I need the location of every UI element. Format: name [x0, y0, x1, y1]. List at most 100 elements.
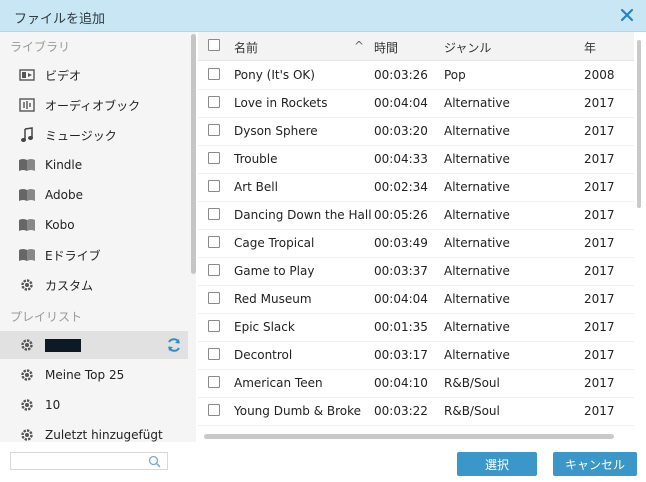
cell-name: American Teen: [234, 376, 323, 390]
table-row[interactable]: Dyson Sphere 00:03:20 Alternative 2017: [198, 117, 634, 146]
cell-time: 00:04:10: [374, 376, 428, 390]
table-row[interactable]: Cage Tropical 00:03:49 Alternative 2017: [198, 229, 634, 258]
table-row[interactable]: Trouble 00:04:33 Alternative 2017: [198, 145, 634, 174]
cell-name: Love in Rockets: [234, 96, 328, 110]
row-checkbox[interactable]: [208, 348, 220, 360]
sidebar-item-playlist-selected[interactable]: [0, 331, 188, 359]
cell-genre: R&B/Soul: [444, 404, 500, 418]
cell-year: 2017: [584, 152, 615, 166]
column-header-time[interactable]: 時間: [374, 39, 398, 56]
sidebar-item-label: カスタム: [45, 278, 94, 293]
sidebar-item-audiobook[interactable]: オーディオブック: [0, 91, 188, 119]
cell-genre: Alternative: [444, 208, 510, 222]
row-checkbox[interactable]: [208, 124, 220, 136]
table-horizontal-scrollbar[interactable]: [198, 432, 634, 442]
close-icon[interactable]: [618, 6, 636, 24]
cell-name: Game to Play: [234, 264, 315, 278]
sidebar-item-e-drive[interactable]: Eドライブ: [0, 241, 188, 269]
sidebar-item-kobo[interactable]: Kobo: [0, 211, 188, 239]
cell-year: 2017: [584, 96, 615, 110]
table-row[interactable]: Pony (It's OK) 00:03:26 Pop 2008: [198, 61, 634, 90]
column-header-name[interactable]: 名前: [234, 39, 258, 56]
table-vertical-scrollbar[interactable]: [636, 32, 642, 432]
cell-time: 00:04:33: [374, 152, 428, 166]
cell-year: 2017: [584, 348, 615, 362]
sidebar-item-custom[interactable]: カスタム: [0, 271, 188, 299]
cell-genre: Alternative: [444, 320, 510, 334]
row-checkbox[interactable]: [208, 152, 220, 164]
sidebar-item-video[interactable]: ビデオ: [0, 61, 188, 89]
sidebar-item-label: Zuletzt hinzugefügt: [45, 428, 163, 442]
row-checkbox[interactable]: [208, 292, 220, 304]
table-row[interactable]: Love in Rockets 00:04:04 Alternative 2017: [198, 89, 634, 118]
cell-year: 2017: [584, 404, 615, 418]
title-bar: ファイルを追加: [0, 0, 646, 32]
cell-name: Cage Tropical: [234, 236, 315, 250]
cell-time: 00:03:20: [374, 124, 428, 138]
table-row[interactable]: Decontrol 00:03:17 Alternative 2017: [198, 341, 634, 370]
row-checkbox[interactable]: [208, 96, 220, 108]
sidebar-item-label: オーディオブック: [45, 98, 141, 113]
row-checkbox[interactable]: [208, 376, 220, 388]
row-checkbox[interactable]: [208, 68, 220, 80]
cell-genre: Alternative: [444, 124, 510, 138]
cell-name: Art Bell: [234, 180, 278, 194]
cell-year: 2017: [584, 236, 615, 250]
sidebar-item-music[interactable]: ミュージック: [0, 121, 188, 149]
cell-genre: Alternative: [444, 292, 510, 306]
sidebar-item-adobe[interactable]: Adobe: [0, 181, 188, 209]
cell-genre: Alternative: [444, 180, 510, 194]
cell-time: 00:04:04: [374, 292, 428, 306]
select-button[interactable]: 選択: [457, 452, 537, 476]
cell-time: 00:02:34: [374, 180, 428, 194]
cell-year: 2017: [584, 376, 615, 390]
cell-year: 2017: [584, 124, 615, 138]
audiobook-icon: [18, 96, 36, 114]
scroll-thumb[interactable]: [204, 434, 614, 439]
sidebar-item-kindle[interactable]: Kindle: [0, 151, 188, 179]
table-row[interactable]: Young Dumb & Broke 00:03:22 R&B/Soul 2017: [198, 397, 634, 426]
row-checkbox[interactable]: [208, 320, 220, 332]
column-header-year[interactable]: 年: [584, 39, 596, 56]
book-icon: [18, 216, 36, 234]
table-row[interactable]: Red Museum 00:04:04 Alternative 2017: [198, 285, 634, 314]
sidebar-item-playlist[interactable]: Zuletzt hinzugefügt: [0, 421, 188, 442]
cell-time: 00:03:22: [374, 404, 428, 418]
cell-name: Dancing Down the Hall: [234, 208, 372, 222]
table-row[interactable]: Dancing Down the Hall 00:05:26 Alternative…: [198, 201, 634, 230]
cell-year: 2017: [584, 208, 615, 222]
sidebar-item-playlist[interactable]: Meine Top 25: [0, 361, 188, 389]
cell-year: 2008: [584, 68, 615, 82]
cell-genre: Alternative: [444, 348, 510, 362]
sidebar-scrollbar[interactable]: [191, 34, 196, 274]
search-icon: [148, 455, 161, 468]
row-checkbox[interactable]: [208, 208, 220, 220]
refresh-icon[interactable]: [166, 337, 182, 353]
table-row[interactable]: Game to Play 00:03:37 Alternative 2017: [198, 257, 634, 286]
cell-year: 2017: [584, 292, 615, 306]
video-icon: [18, 66, 36, 84]
row-checkbox[interactable]: [208, 180, 220, 192]
table-row[interactable]: Epic Slack 00:01:35 Alternative 2017: [198, 313, 634, 342]
column-header-genre[interactable]: ジャンル: [444, 39, 491, 56]
scroll-thumb[interactable]: [637, 40, 641, 208]
row-checkbox[interactable]: [208, 236, 220, 248]
cell-time: 00:03:26: [374, 68, 428, 82]
book-icon: [18, 156, 36, 174]
playlist-section-label: プレイリスト: [10, 310, 83, 324]
cell-name: Decontrol: [234, 348, 293, 362]
cell-name: Dyson Sphere: [234, 124, 318, 138]
table-row[interactable]: Art Bell 00:02:34 Alternative 2017: [198, 173, 634, 202]
sidebar-item-label: 10: [45, 398, 61, 412]
music-note-icon: [18, 126, 36, 144]
select-all-checkbox[interactable]: [208, 39, 220, 51]
row-checkbox[interactable]: [208, 264, 220, 276]
window-title: ファイルを追加: [14, 12, 106, 27]
gear-icon: [18, 396, 36, 414]
row-checkbox[interactable]: [208, 404, 220, 416]
table-row[interactable]: American Teen 00:04:10 R&B/Soul 2017: [198, 369, 634, 398]
cancel-button[interactable]: キャンセル: [553, 452, 637, 476]
sidebar-item-playlist[interactable]: 10: [0, 391, 188, 419]
search-input[interactable]: [10, 452, 168, 470]
cell-time: 00:04:04: [374, 96, 428, 110]
